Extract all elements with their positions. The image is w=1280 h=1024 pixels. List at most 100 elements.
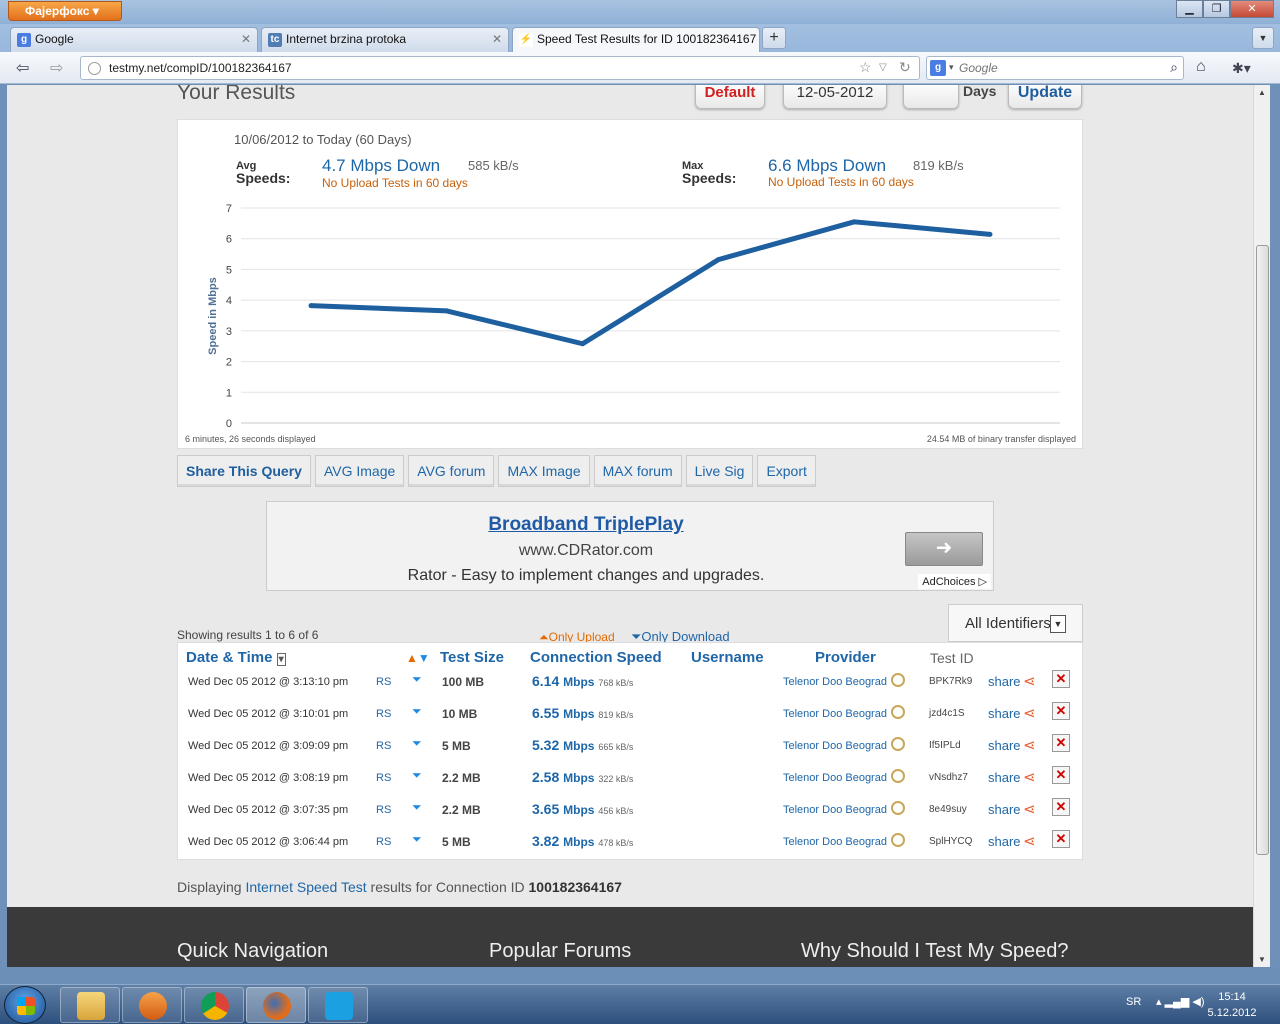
- direction-sort-icon[interactable]: ▲▼: [406, 651, 430, 665]
- provider-link[interactable]: Telenor Doo Beograd: [783, 836, 887, 848]
- share-icon[interactable]: ⋖: [1023, 704, 1036, 722]
- reload-icon[interactable]: ↻: [899, 59, 911, 76]
- avg-image-button[interactable]: AVG Image: [314, 455, 405, 487]
- close-icon[interactable]: ✕: [1230, 0, 1274, 18]
- delete-icon[interactable]: ✕: [1052, 830, 1070, 848]
- ad-url[interactable]: www.CDRator.com: [267, 542, 905, 560]
- default-button[interactable]: Default: [695, 85, 765, 109]
- share-link[interactable]: share: [988, 674, 1021, 689]
- tab-close-icon[interactable]: ✕: [241, 32, 251, 46]
- bookmark-star-icon[interactable]: ☆: [859, 59, 872, 76]
- tray-icons[interactable]: ▴ ▂▄▆ ◀): [1156, 995, 1205, 1008]
- connection-speed[interactable]: 2.58 Mbps 322 kB/s: [532, 769, 633, 785]
- clock-icon[interactable]: [891, 769, 905, 783]
- live-sig-button[interactable]: Live Sig: [685, 455, 754, 487]
- tab-list-icon[interactable]: ▼: [1252, 27, 1274, 49]
- provider-link[interactable]: Telenor Doo Beograd: [783, 708, 887, 720]
- adchoices-link[interactable]: AdChoices ▷: [918, 574, 991, 589]
- search-input[interactable]: [959, 59, 1149, 77]
- avg-forum-button[interactable]: AVG forum: [408, 455, 495, 487]
- identifier-select[interactable]: All Identifiers ▼: [948, 604, 1083, 642]
- tab-speed-test-results[interactable]: ⚡ Speed Test Results for ID 100182364167: [512, 27, 760, 52]
- share-icon[interactable]: ⋖: [1023, 832, 1036, 850]
- delete-icon[interactable]: ✕: [1052, 702, 1070, 720]
- days-field[interactable]: [903, 85, 959, 109]
- max-image-button[interactable]: MAX Image: [498, 455, 590, 487]
- share-link[interactable]: share: [988, 706, 1021, 721]
- google-search-engine-icon[interactable]: g: [930, 60, 946, 76]
- share-icon[interactable]: ⋖: [1023, 672, 1036, 690]
- search-icon[interactable]: ⌕: [1170, 59, 1178, 76]
- share-link[interactable]: share: [988, 802, 1021, 817]
- ad-title-link[interactable]: Broadband TriplePlay: [267, 514, 905, 536]
- connection-speed[interactable]: 3.65 Mbps 456 kB/s: [532, 801, 633, 817]
- bookmarks-menu-icon[interactable]: ✱▾: [1232, 60, 1251, 77]
- date-field[interactable]: 12-05-2012: [783, 85, 887, 109]
- share-icon[interactable]: ⋖: [1023, 736, 1036, 754]
- share-link[interactable]: share: [988, 738, 1021, 753]
- minimize-icon[interactable]: ▁: [1176, 0, 1203, 18]
- scroll-down-icon[interactable]: ▼: [1258, 955, 1266, 964]
- scroll-up-icon[interactable]: ▲: [1258, 88, 1266, 97]
- system-clock[interactable]: 15:14 5.12.2012: [1200, 989, 1264, 1021]
- address-bar[interactable]: ☆ ▽ ↻: [80, 56, 920, 80]
- vertical-scrollbar[interactable]: ▲ ▼: [1253, 85, 1270, 967]
- internet-speed-test-link[interactable]: Internet Speed Test: [245, 879, 366, 895]
- connection-speed[interactable]: 5.32 Mbps 665 kB/s: [532, 737, 633, 753]
- language-indicator[interactable]: SR: [1126, 996, 1141, 1008]
- sort-icon[interactable]: ▾: [276, 653, 286, 666]
- clock-icon[interactable]: [891, 673, 905, 687]
- connection-speed[interactable]: 6.14 Mbps 768 kB/s: [532, 673, 633, 689]
- ad-arrow-button[interactable]: ➜: [905, 532, 983, 566]
- start-button[interactable]: [4, 986, 46, 1024]
- header-test-size[interactable]: Test Size: [440, 649, 504, 666]
- tab-close-icon[interactable]: ✕: [492, 32, 502, 46]
- home-icon[interactable]: ⌂: [1196, 58, 1206, 76]
- taskbar-media-player[interactable]: [122, 987, 182, 1023]
- export-button[interactable]: Export: [757, 455, 816, 487]
- new-tab-button[interactable]: +: [762, 27, 786, 49]
- scrollbar-thumb[interactable]: [1256, 245, 1269, 855]
- delete-icon[interactable]: ✕: [1052, 766, 1070, 784]
- site-identity-icon[interactable]: [88, 62, 101, 75]
- show-hidden-icons-icon[interactable]: ▴: [1156, 996, 1162, 1008]
- connection-speed[interactable]: 3.82 Mbps 478 kB/s: [532, 833, 633, 849]
- update-button[interactable]: Update: [1008, 85, 1082, 109]
- provider-link[interactable]: Telenor Doo Beograd: [783, 740, 887, 752]
- delete-icon[interactable]: ✕: [1052, 798, 1070, 816]
- engine-dropdown-icon[interactable]: ▾: [949, 62, 954, 73]
- header-provider[interactable]: Provider: [815, 649, 876, 666]
- header-username[interactable]: Username: [691, 649, 764, 666]
- taskbar-firefox[interactable]: [246, 987, 306, 1023]
- share-link[interactable]: share: [988, 770, 1021, 785]
- clock-icon[interactable]: [891, 833, 905, 847]
- provider-link[interactable]: Telenor Doo Beograd: [783, 804, 887, 816]
- max-forum-button[interactable]: MAX forum: [593, 455, 682, 487]
- connection-speed[interactable]: 6.55 Mbps 819 kB/s: [532, 705, 633, 721]
- taskbar-telenor[interactable]: [308, 987, 368, 1023]
- tab-internet-brzina[interactable]: tc Internet brzina protoka ✕: [261, 27, 509, 52]
- delete-icon[interactable]: ✕: [1052, 734, 1070, 752]
- header-connection-speed[interactable]: Connection Speed: [530, 649, 662, 666]
- chevron-down-icon[interactable]: ▼: [1050, 615, 1066, 633]
- network-icon[interactable]: ▂▄▆: [1165, 996, 1190, 1008]
- clock-icon[interactable]: [891, 737, 905, 751]
- forward-arrow-icon[interactable]: ⇨: [50, 58, 63, 78]
- taskbar-chrome[interactable]: [184, 987, 244, 1023]
- share-query-button[interactable]: Share This Query: [177, 455, 311, 487]
- tab-google[interactable]: g Google ✕: [10, 27, 258, 52]
- header-date-time[interactable]: Date & Time ▾: [186, 649, 286, 666]
- share-icon[interactable]: ⋖: [1023, 768, 1036, 786]
- taskbar-explorer[interactable]: [60, 987, 120, 1023]
- clock-icon[interactable]: [891, 705, 905, 719]
- clock-icon[interactable]: [891, 801, 905, 815]
- provider-link[interactable]: Telenor Doo Beograd: [783, 676, 887, 688]
- firefox-menu-button[interactable]: Фајерфокс ▾: [8, 1, 122, 21]
- maximize-icon[interactable]: ❐: [1203, 0, 1230, 18]
- url-history-dropdown-icon[interactable]: ▽: [879, 62, 887, 73]
- search-bar[interactable]: g ▾ ⌕: [926, 56, 1184, 80]
- delete-icon[interactable]: ✕: [1052, 670, 1070, 688]
- url-input[interactable]: [109, 59, 809, 77]
- share-icon[interactable]: ⋖: [1023, 800, 1036, 818]
- provider-link[interactable]: Telenor Doo Beograd: [783, 772, 887, 784]
